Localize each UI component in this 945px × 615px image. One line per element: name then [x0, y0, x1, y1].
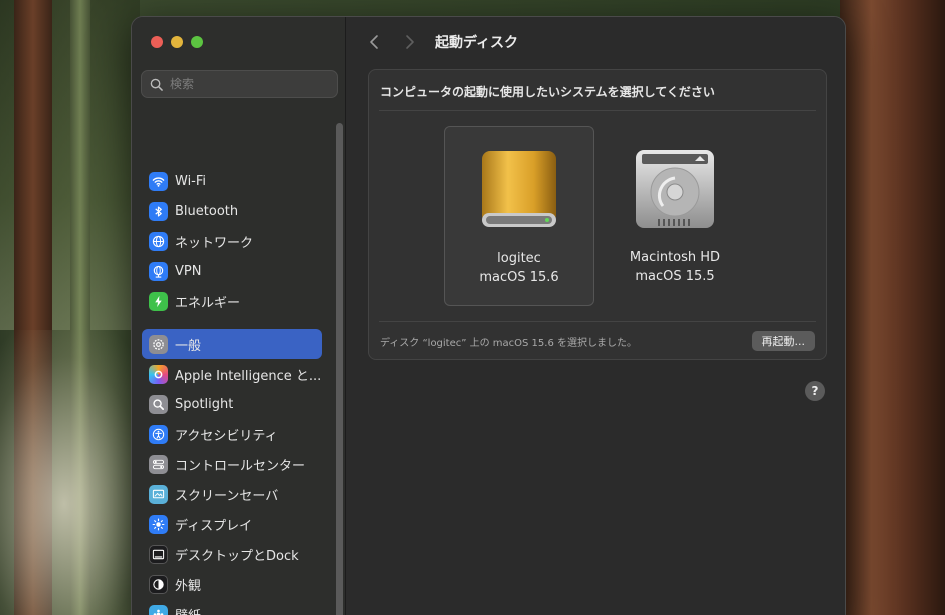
accessibility-icon — [149, 424, 168, 444]
sidebar-item-label: 一般 — [175, 338, 202, 354]
sidebar-item-accessibility[interactable]: アクセシビリティ — [142, 419, 322, 449]
gear-icon — [149, 334, 168, 354]
search-icon — [150, 78, 163, 91]
chevron-right-icon — [406, 35, 414, 49]
appearance-icon — [149, 574, 168, 594]
sidebar-item-label: 壁紙 — [175, 605, 201, 615]
sidebar-item-label: Bluetooth — [175, 203, 239, 219]
sidebar-item-label: Spotlight — [175, 396, 234, 412]
minimize-button[interactable] — [171, 36, 183, 48]
sidebar-item-wallpaper[interactable]: 壁紙 — [142, 599, 322, 615]
sidebar-item-energy[interactable]: エネルギー — [142, 286, 322, 316]
toggles-icon — [149, 454, 168, 474]
sidebar-item-screensaver[interactable]: スクリーンセーバ — [142, 479, 322, 509]
sidebar-group-main: 一般 Apple Intelligence と... Spotlight アクセ… — [142, 329, 322, 615]
wallpaper-icon — [149, 604, 168, 615]
page-title: 起動ディスク — [435, 35, 519, 51]
sidebar-item-desktop-dock[interactable]: デスクトップとDock — [142, 539, 322, 569]
external-drive-icon — [474, 147, 564, 237]
sun-icon — [149, 514, 168, 534]
chevron-left-icon — [370, 35, 378, 49]
toolbar: 起動ディスク — [347, 17, 845, 67]
internal-drive-icon — [630, 146, 720, 236]
divider — [379, 110, 816, 111]
battery-bolt-icon — [149, 291, 168, 311]
close-button[interactable] — [151, 36, 163, 48]
forward-button[interactable] — [399, 31, 421, 53]
sidebar-item-label: VPN — [175, 263, 202, 279]
system-settings-window: Wi-Fi Bluetooth ネットワーク VPN — [131, 16, 846, 615]
bluetooth-icon — [149, 201, 168, 221]
disk-option-macintosh-hd[interactable]: Macintosh HD macOS 15.5 — [600, 126, 750, 306]
disk-option-logitec[interactable]: logitec macOS 15.6 — [444, 126, 594, 306]
selection-status: ディスク “logitec” 上の macOS 15.6 を選択しました。 — [380, 338, 637, 349]
sidebar-item-label: ネットワーク — [175, 235, 254, 251]
startup-disk-panel: コンピュータの起動に使用したいシステムを選択してください logitec mac… — [368, 69, 827, 360]
divider — [379, 321, 816, 322]
screensaver-icon — [149, 484, 168, 504]
dock-icon — [149, 544, 168, 564]
sidebar-item-displays[interactable]: ディスプレイ — [142, 509, 322, 539]
main-pane: 起動ディスク コンピュータの起動に使用したいシステムを選択してください logi… — [347, 17, 845, 615]
sidebar-item-label: Wi-Fi — [175, 173, 207, 189]
sidebar-item-label: 外観 — [175, 578, 202, 594]
zoom-button[interactable] — [191, 36, 203, 48]
restart-button[interactable]: 再起動... — [751, 331, 815, 351]
apple-intelligence-icon — [149, 364, 168, 384]
sidebar-item-label: アクセシビリティ — [175, 428, 278, 444]
sidebar-item-appearance[interactable]: 外観 — [142, 569, 322, 599]
disk-version: macOS 15.5 — [635, 269, 715, 284]
sidebar-item-vpn[interactable]: VPN — [142, 256, 322, 286]
sidebar: Wi-Fi Bluetooth ネットワーク VPN — [132, 17, 346, 615]
search-input[interactable] — [170, 77, 330, 91]
sidebar-item-network[interactable]: ネットワーク — [142, 226, 322, 256]
disk-name: logitec — [497, 251, 541, 266]
sidebar-item-label: ディスプレイ — [175, 518, 253, 534]
sidebar-item-control-center[interactable]: コントロールセンター — [142, 449, 322, 479]
wifi-icon — [149, 171, 168, 191]
sidebar-item-label: Apple Intelligence と... — [175, 368, 322, 384]
sidebar-scrollbar[interactable] — [336, 123, 343, 615]
sidebar-item-label: コントロールセンター — [175, 458, 306, 474]
vpn-globe-icon — [149, 261, 168, 281]
sidebar-item-label: スクリーンセーバ — [175, 488, 279, 504]
disk-version: macOS 15.6 — [479, 270, 559, 285]
sidebar-item-wifi[interactable]: Wi-Fi — [142, 166, 322, 196]
help-button[interactable]: ? — [805, 381, 825, 401]
magnifier-icon — [149, 394, 168, 414]
back-button[interactable] — [363, 31, 385, 53]
sidebar-item-label: エネルギー — [175, 295, 241, 311]
sidebar-item-general[interactable]: 一般 — [142, 329, 322, 359]
globe-icon — [149, 231, 168, 251]
disk-name: Macintosh HD — [629, 250, 721, 265]
sidebar-group-connectivity: Wi-Fi Bluetooth ネットワーク VPN エネルギー — [142, 166, 322, 316]
search-field[interactable] — [141, 70, 338, 98]
sidebar-item-apple-intelligence[interactable]: Apple Intelligence と... — [142, 359, 322, 389]
window-controls — [151, 36, 203, 48]
sidebar-item-bluetooth[interactable]: Bluetooth — [142, 196, 322, 226]
sidebar-item-spotlight[interactable]: Spotlight — [142, 389, 322, 419]
panel-prompt: コンピュータの起動に使用したいシステムを選択してください — [380, 85, 715, 99]
sidebar-item-label: デスクトップとDock — [175, 548, 299, 564]
